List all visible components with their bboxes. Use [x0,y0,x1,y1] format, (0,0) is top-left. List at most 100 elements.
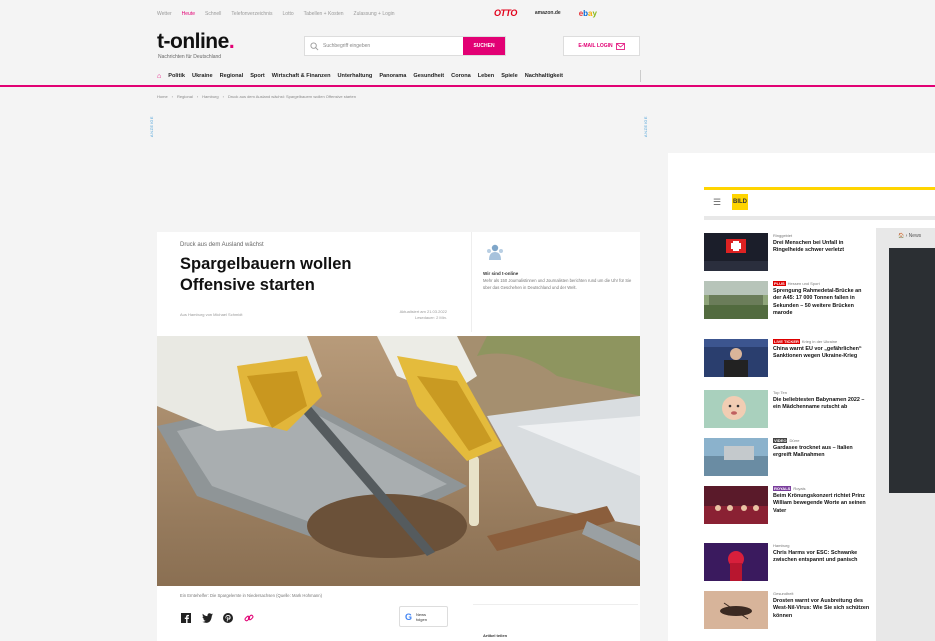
top-link[interactable]: Heute [182,11,195,17]
news-kicker: PLUS Hessen und Sport [773,281,820,286]
news-title: Die beliebtesten Babynamen 2022 – ein Mä… [773,397,865,411]
news-item[interactable]: VIDEO Dürre Gardasee trocknet aus – Itali… [704,435,869,483]
news-thumbnail [704,438,768,476]
news-kicker: Gesundheit [773,591,794,596]
top-bar: Wetter Heute Schnell Telefonverzeichnis … [0,0,935,28]
article-card: Druck aus dem Ausland wächst Spargelbaue… [157,232,640,641]
news-kicker: Top Ten [773,390,787,395]
news-title: Drei Menschen bei Unfall in Ringelheide … [773,240,844,254]
nav-item-wirtschaft[interactable]: Wirtschaft & Finanzen [272,73,331,80]
news-item[interactable]: LIVE TICKER Krieg in der Ukraine China wa… [704,336,869,384]
mail-icon [615,42,625,50]
video-badge: VIDEO [773,438,788,443]
news-item[interactable]: Top Ten Die beliebtesten Babynamen 2022 … [704,387,869,435]
news-kicker: ROYALS Royals [773,486,806,491]
t-online-logo[interactable]: t-online. [157,30,235,54]
news-thumbnail [704,543,768,581]
twitter-icon[interactable] [201,612,213,624]
nav-item-unterhaltung[interactable]: Unterhaltung [338,73,373,80]
breadcrumb-item[interactable]: Hamburg [202,94,218,99]
nav-item-leben[interactable]: Leben [478,73,494,80]
top-link[interactable]: Zulassung + Login [354,11,395,17]
royals-badge: ROYALS [773,486,792,491]
partner-logos: OTTO amazon.de ebay [494,8,597,18]
breadcrumb: Home › Regional › Hamburg › Druck aus dem A… [157,94,356,99]
search-button[interactable]: SUCHEN [463,37,505,55]
article-author: Aus Hamburg von Michael Schmidt [180,312,243,317]
main-nav: ⌂ Politik Ukraine Regional Sport Wirtsch… [0,68,935,87]
news-title: Sprengung Rahmedetal-Brücke an der A45: … [773,288,862,316]
amazon-logo[interactable]: amazon.de [535,10,561,16]
news-kicker: Hamburg [773,543,790,548]
ebay-logo[interactable]: ebay [579,9,597,18]
news-thumbnail [704,233,768,271]
pinterest-icon[interactable] [222,612,234,624]
nav-item-politik[interactable]: Politik [168,73,185,80]
news-title: Chris Harms vor ESC: Schwanke zwischen e… [773,550,858,564]
ad-label-left: ANZEIGE [149,116,154,138]
top-link[interactable]: Schnell [205,11,221,17]
partner-panel: ☰ BILD Ringgebiet Drei Menschen bei Unfa… [668,153,935,641]
page: Wetter Heute Schnell Telefonverzeichnis … [0,0,935,641]
news-title: Gardasee trocknet aus – Italien ergreift… [773,445,853,459]
google-news-label: News folgen [416,611,427,622]
news-title: China warnt EU vor „gefährlichen“ Sankti… [773,346,862,360]
article-kicker: Druck aus dem Ausland wächst [180,242,264,248]
article-reading-time: Lesedauer: 2 Min. [414,315,447,320]
panel-breadcrumb: 🏠 › News [898,233,922,239]
breadcrumb-current: Druck aus dem Ausland wächst: Spargelbau… [227,94,356,99]
news-kicker: VIDEO Dürre [773,438,800,443]
article-date: Aktualisiert am 21.03.2022 Lesedauer: 2 … [357,309,447,321]
menu-icon[interactable]: ☰ [713,197,721,208]
team-icon [487,244,503,260]
news-thumbnail [704,591,768,629]
breadcrumb-item[interactable]: Home [157,94,168,99]
top-link[interactable]: Wetter [157,11,172,17]
search-input[interactable] [323,37,463,55]
news-item[interactable]: Hamburg Chris Harms vor ESC: Schwanke zw… [704,540,869,588]
news-kicker: Ringgebiet [773,233,793,238]
news-item[interactable]: ROYALS Royals Beim Krönungskonzert richte… [704,483,869,531]
live-ticker-badge: LIVE TICKER [773,339,800,344]
ad-label-right: ANZEIGE [643,116,648,138]
bild-logo[interactable]: BILD [732,194,748,210]
site-header: t-online. Nachrichten für Deutschland SU… [0,28,935,68]
news-item[interactable]: Ringgebiet Drei Menschen bei Unfall in R… [704,230,869,278]
home-icon[interactable]: ⌂ [157,73,161,80]
nav-divider [640,70,641,82]
news-thumbnail [704,339,768,377]
photo-caption: Ein Erntehelfer: Die Spargelernte in Nie… [180,593,322,598]
google-icon: G [405,611,413,622]
nav-item-sport[interactable]: Sport [250,73,265,80]
news-thumbnail [704,390,768,428]
facebook-icon[interactable] [180,612,192,624]
nav-item-gesundheit[interactable]: Gesundheit [413,73,444,80]
breadcrumb-item[interactable]: Regional [177,94,193,99]
slogan: Nachrichten für Deutschland [158,54,222,60]
search-icon [305,37,323,55]
panel-divider [704,216,935,220]
nav-item-spiele[interactable]: Spiele [501,73,517,80]
email-login-button[interactable]: E-MAIL LOGIN [563,36,640,56]
email-login-label: E-MAIL LOGIN [578,43,613,49]
google-news-follow-button[interactable]: G News folgen [399,606,448,627]
article-side-box: Artikel teilen [473,604,638,641]
nav-item-ukraine[interactable]: Ukraine [192,73,213,80]
top-link[interactable]: Telefonverzeichnis [231,11,272,17]
news-item[interactable]: PLUS Hessen und Sport Sprengung Rahmedeta… [704,278,869,326]
article-photo [157,336,640,586]
nav-item-regional[interactable]: Regional [220,73,244,80]
nav-item-corona[interactable]: Corona [451,73,471,80]
otto-logo[interactable]: OTTO [494,8,517,18]
nav-item-nachhaltigkeit[interactable]: Nachhaltigkeit [525,73,563,80]
aside-title: Wir sind t-online [483,271,519,276]
top-link[interactable]: Tabellen + Kosten [304,11,344,17]
link-icon[interactable] [243,612,255,624]
top-links: Wetter Heute Schnell Telefonverzeichnis … [157,11,395,17]
nav-item-panorama[interactable]: Panorama [379,73,406,80]
top-link[interactable]: Lotto [283,11,294,17]
panel-side-column: 🏠 › News [876,228,935,641]
news-item[interactable]: Gesundheit Drosten warnt vor Ausbreitung… [704,588,869,636]
plus-badge: PLUS [773,281,786,286]
share-bar [180,612,255,624]
